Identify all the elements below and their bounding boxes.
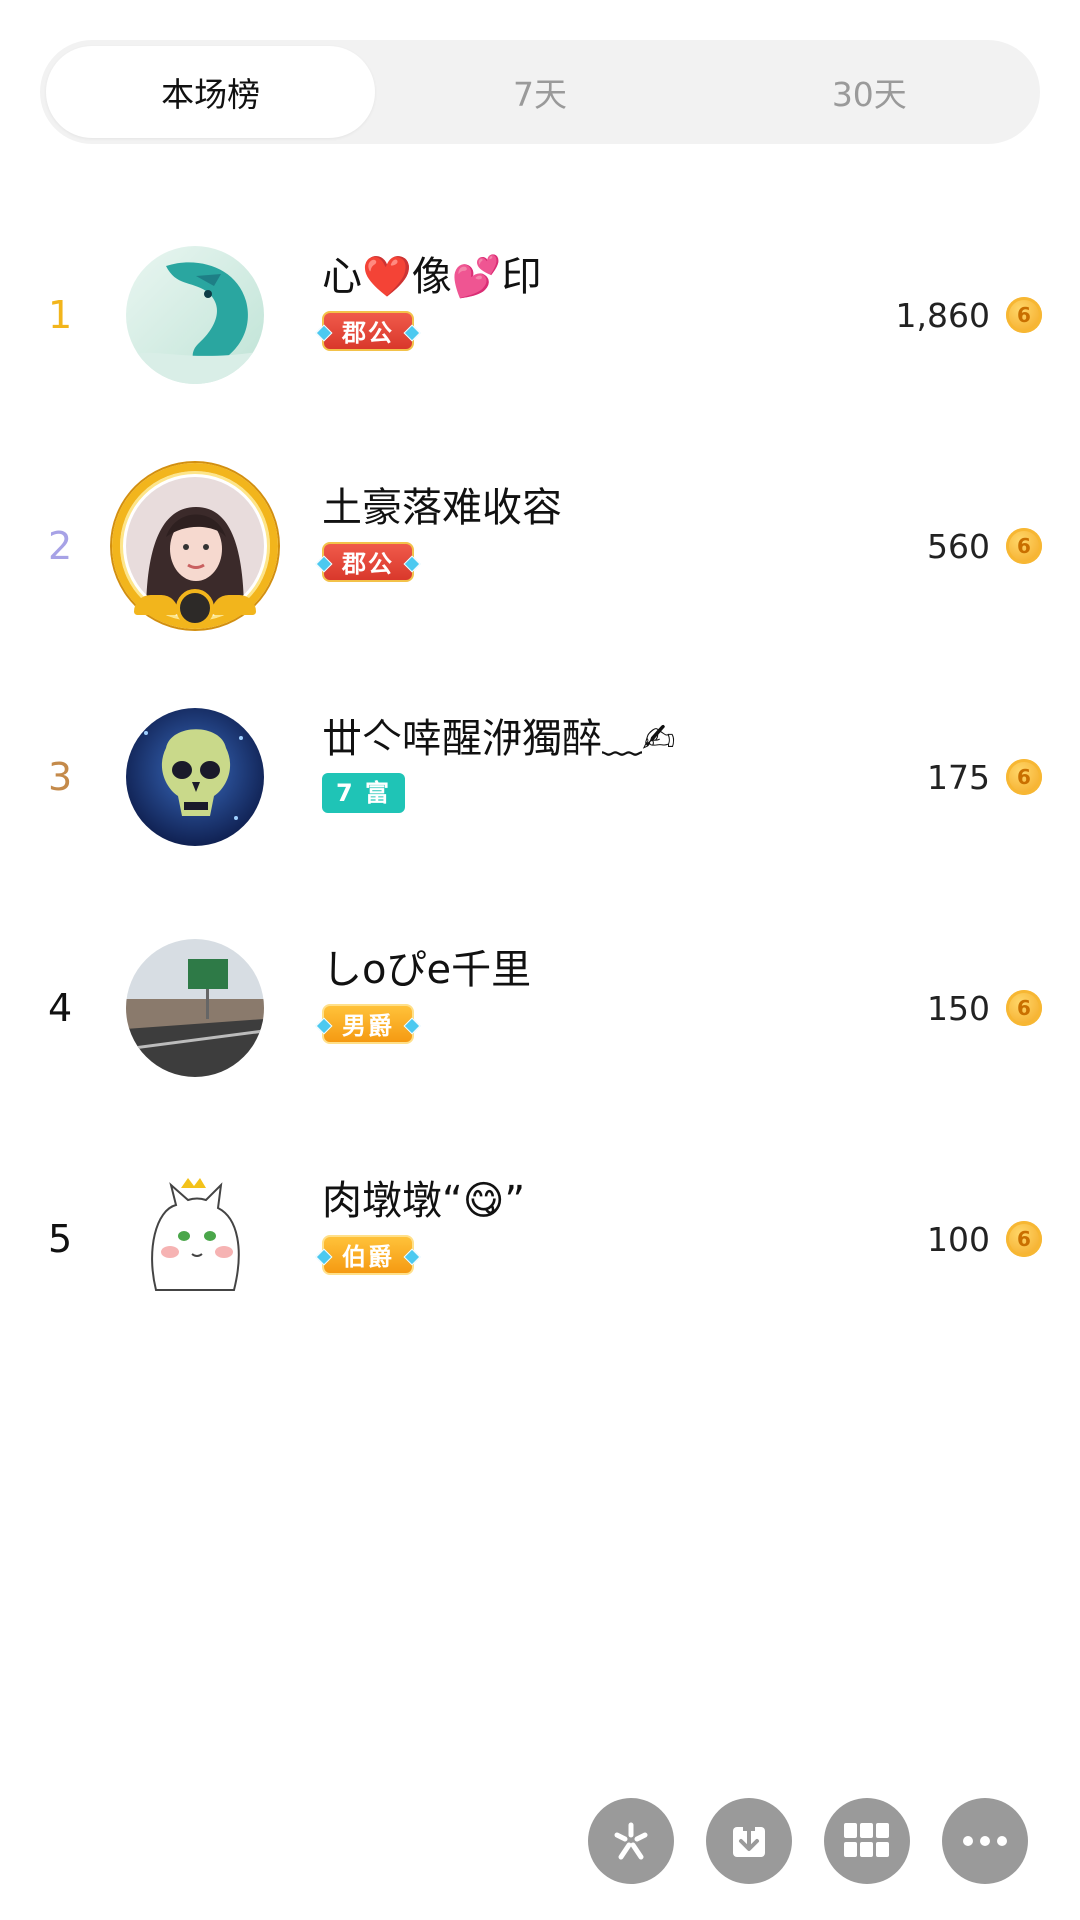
coin-icon: 6 (1006, 759, 1042, 795)
table-row[interactable]: 3 丗亽啈醒洢獨醉﹏✍ 7 富 175 6 (0, 662, 1080, 893)
table-row[interactable]: 1 心❤️像💕印 郡公 1,860 6 (0, 200, 1080, 431)
table-row[interactable]: 4 しoぴe千里 男爵 150 6 (0, 893, 1080, 1124)
grid-button[interactable] (824, 1798, 910, 1884)
rank-number: 4 (48, 986, 73, 1030)
more-icon (963, 1836, 1007, 1846)
noble-badge: 伯爵 (315, 1235, 421, 1275)
noble-badge: 男爵 (315, 1004, 421, 1044)
avatar[interactable] (126, 939, 264, 1077)
bottom-actions (588, 1798, 1032, 1886)
user-name[interactable]: 丗亽啈醒洢獨醉﹏✍ (322, 706, 676, 764)
coin-icon: 6 (1006, 1221, 1042, 1257)
user-name[interactable]: 土豪落难收容 (322, 475, 562, 533)
rank-number: 2 (48, 524, 73, 568)
noble-badge: 郡公 (315, 542, 421, 582)
download-button[interactable] (706, 1798, 792, 1884)
emblem-icon (176, 589, 214, 627)
contribution-score: 150 (927, 989, 990, 1028)
leaderboard-page: 本场榜 7天 30天 1 心❤️像💕印 郡公 1,860 6 2 土豪落难收容 … (0, 0, 1080, 1920)
wealth-badge: 7 富 (322, 773, 406, 813)
coin-icon: 6 (1006, 528, 1042, 564)
table-row[interactable]: 5 肉墩墩“😋” 伯爵 100 6 (0, 1124, 1080, 1355)
period-tabs: 本场榜 7天 30天 (40, 40, 1040, 144)
tab-30-days[interactable]: 30天 (705, 46, 1034, 138)
coin-icon: 6 (1006, 990, 1042, 1026)
coin-icon: 6 (1006, 297, 1042, 333)
tab-this-session[interactable]: 本场榜 (46, 46, 376, 138)
user-name[interactable]: 心❤️像💕印 (322, 244, 542, 302)
contribution-score: 560 (927, 527, 990, 566)
contribution-score: 100 (927, 1220, 990, 1259)
sparkle-icon (614, 1822, 648, 1860)
rank-number: 5 (48, 1217, 73, 1261)
table-row[interactable]: 2 土豪落难收容 郡公 560 6 (0, 431, 1080, 662)
avatar[interactable] (126, 246, 264, 384)
rank-number: 3 (48, 755, 73, 799)
grid-icon (844, 1823, 889, 1857)
contribution-score: 175 (927, 758, 990, 797)
more-button[interactable] (942, 1798, 1028, 1884)
avatar[interactable] (126, 708, 264, 846)
user-name[interactable]: しoぴe千里 (322, 937, 531, 995)
user-name[interactable]: 肉墩墩“😋” (322, 1168, 525, 1226)
download-icon (733, 1823, 765, 1857)
rank-number: 1 (48, 293, 73, 337)
contribution-score: 1,860 (895, 296, 990, 335)
noble-badge: 郡公 (315, 311, 421, 351)
avatar[interactable] (112, 463, 278, 629)
tab-7-days[interactable]: 7天 (375, 46, 704, 138)
ranking-list: 1 心❤️像💕印 郡公 1,860 6 2 土豪落难收容 郡公 560 6 3 … (0, 200, 1080, 1355)
avatar[interactable] (126, 1170, 264, 1308)
sparkle-button[interactable] (588, 1798, 674, 1884)
